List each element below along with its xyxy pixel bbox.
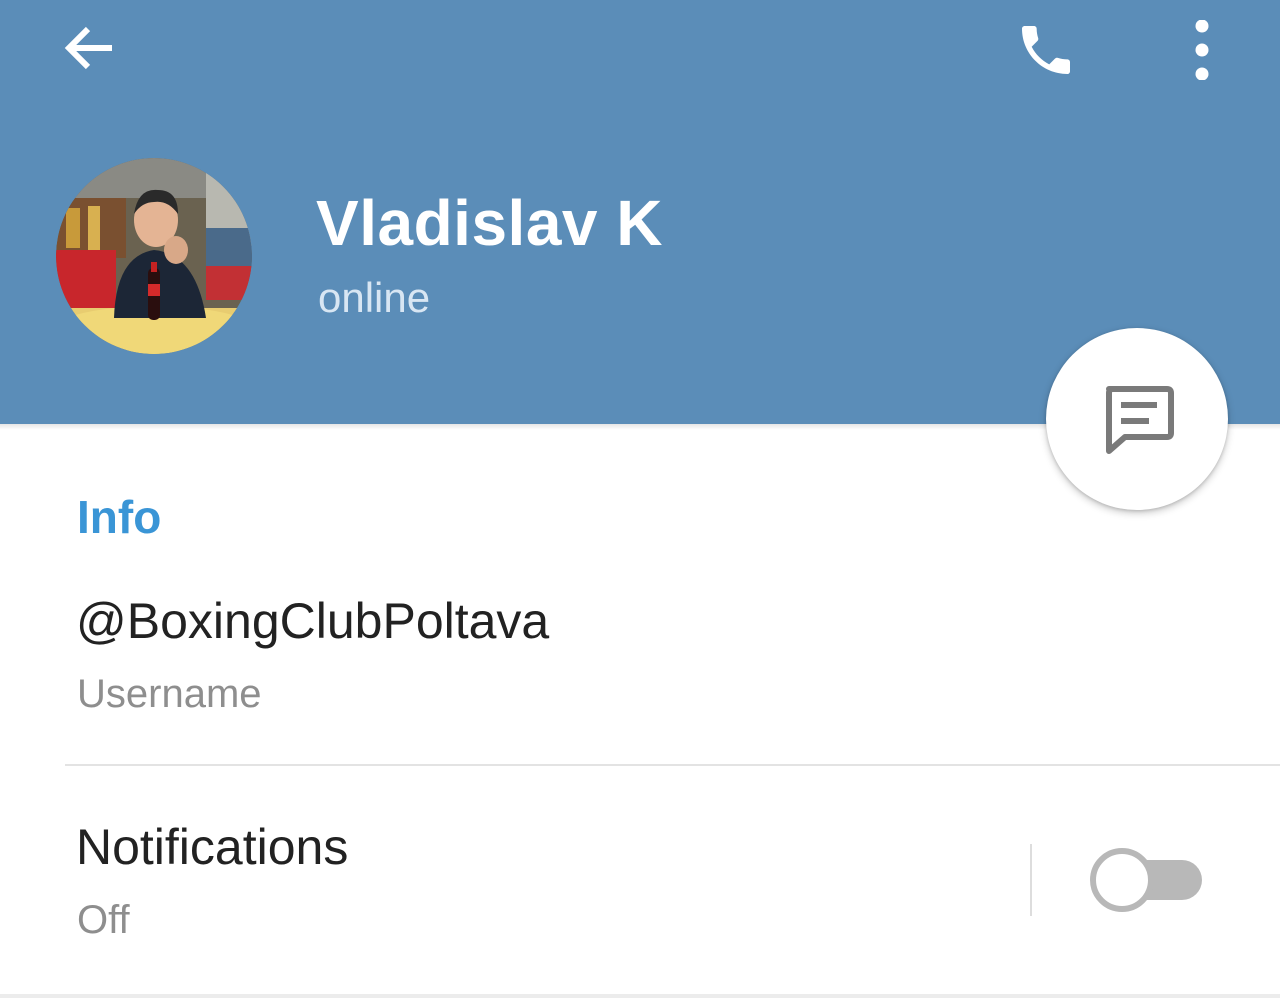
avatar-photo — [56, 158, 252, 354]
bottom-divider — [0, 994, 1280, 998]
divider — [65, 764, 1280, 766]
arrow-left-icon — [64, 26, 112, 70]
back-button[interactable] — [50, 8, 130, 88]
info-section-title: Info — [77, 491, 162, 543]
toggle-thumb — [1090, 848, 1154, 912]
message-icon — [1106, 386, 1174, 454]
vertical-separator — [1030, 844, 1032, 916]
username-label: Username — [77, 672, 262, 716]
more-vertical-icon — [1195, 20, 1209, 80]
notifications-value: Off — [77, 898, 130, 942]
profile-screen: Vladislav K online Info @BoxingClubPolta… — [0, 0, 1280, 998]
phone-icon — [1022, 26, 1070, 74]
notifications-title[interactable]: Notifications — [76, 818, 348, 876]
call-button[interactable] — [1002, 6, 1090, 94]
avatar[interactable] — [56, 158, 252, 354]
more-options-button[interactable] — [1170, 6, 1234, 94]
profile-status: online — [318, 274, 431, 321]
send-message-button[interactable] — [1046, 328, 1228, 510]
profile-name: Vladislav K — [316, 187, 663, 259]
notifications-toggle[interactable] — [1090, 846, 1204, 914]
username-value[interactable]: @BoxingClubPoltava — [76, 592, 549, 650]
